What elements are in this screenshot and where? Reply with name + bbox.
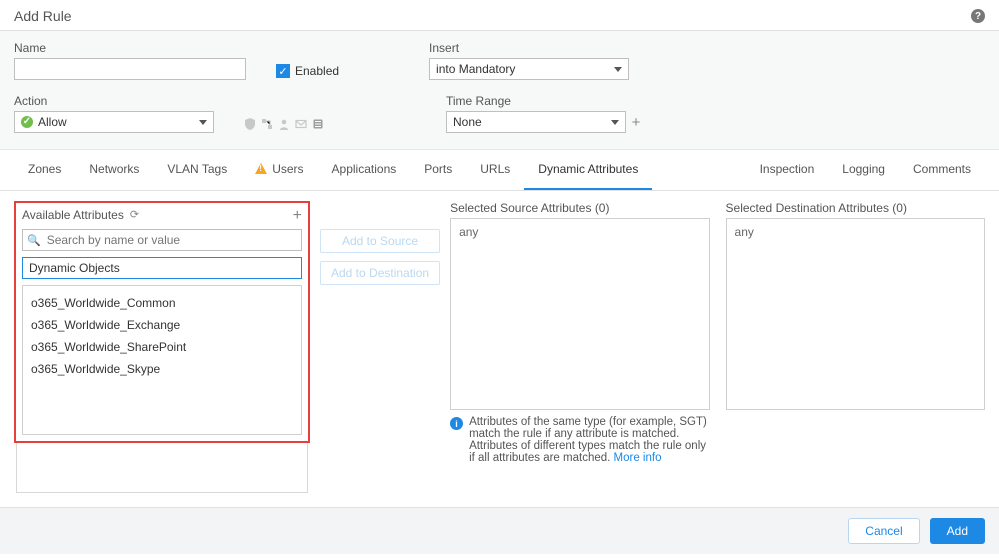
selected-source-box[interactable]: any: [450, 218, 709, 410]
list-icon[interactable]: [312, 118, 324, 130]
enabled-checkbox[interactable]: ✓: [276, 64, 290, 78]
shield-icon[interactable]: [244, 118, 256, 130]
available-attribute-item[interactable]: o365_Worldwide_Skype: [31, 358, 293, 380]
tab-vlan-tags[interactable]: VLAN Tags: [153, 150, 241, 190]
refresh-icon[interactable]: ⟳: [130, 208, 139, 221]
tab-label: Zones: [28, 162, 61, 176]
selected-destination-column: Selected Destination Attributes (0) any: [726, 201, 985, 493]
info-line1: Attributes of the same type (for example…: [469, 416, 707, 440]
info-line2: Attributes of different types match the …: [469, 440, 706, 464]
tab-label: Applications: [332, 162, 397, 176]
dialog-header: Add Rule ?: [0, 0, 999, 31]
tab-users[interactable]: Users: [241, 150, 317, 190]
enabled-wrap: ✓ Enabled: [276, 41, 339, 80]
tab-ports[interactable]: Ports: [410, 150, 466, 190]
chevron-down-icon: [611, 120, 619, 125]
insert-label: Insert: [429, 41, 629, 55]
tab-label: Ports: [424, 162, 452, 176]
warning-icon: [255, 163, 267, 174]
tab-label: Users: [272, 162, 303, 176]
insert-select[interactable]: into Mandatory: [429, 58, 629, 80]
form-area: Name ✓ Enabled Insert into Mandatory Act…: [0, 31, 999, 150]
chevron-down-icon: [614, 67, 622, 72]
info-icon: i: [450, 417, 463, 430]
add-to-destination-button[interactable]: Add to Destination: [320, 261, 440, 285]
tab-networks[interactable]: Networks: [75, 150, 153, 190]
available-column: Available Attributes ⟳ + 🔍 Dynamic Objec…: [14, 201, 310, 493]
attribute-type-value: Dynamic Objects: [29, 261, 120, 275]
timerange-value: None: [453, 115, 482, 129]
tabs: Zones Networks VLAN Tags Users Applications P…: [0, 150, 999, 191]
dialog-footer: Cancel Add: [0, 507, 999, 554]
action-field-group: Action ✓ Allow: [14, 94, 214, 133]
tab-label: URLs: [480, 162, 510, 176]
available-attributes-list: o365_Worldwide_Commono365_Worldwide_Exch…: [22, 285, 302, 435]
available-attribute-item[interactable]: o365_Worldwide_Exchange: [31, 314, 293, 336]
add-actions-column: Add to Source Add to Destination: [320, 201, 440, 493]
more-info-link[interactable]: More info: [614, 452, 662, 464]
available-empty-area: [16, 443, 308, 493]
add-button[interactable]: Add: [930, 518, 985, 544]
chevron-down-icon: [199, 120, 207, 125]
dialog-title: Add Rule: [14, 8, 72, 24]
help-icon[interactable]: ?: [971, 9, 985, 23]
tab-label: VLAN Tags: [167, 162, 227, 176]
available-search-wrap: 🔍: [22, 229, 302, 251]
tab-comments[interactable]: Comments: [899, 150, 985, 190]
tab-inspection[interactable]: Inspection: [746, 150, 829, 190]
selected-destination-value: any: [735, 225, 754, 239]
available-attributes-box: Available Attributes ⟳ + 🔍 Dynamic Objec…: [14, 201, 310, 443]
allow-icon: ✓: [21, 116, 33, 128]
tab-applications[interactable]: Applications: [318, 150, 411, 190]
insert-field-group: Insert into Mandatory: [429, 41, 629, 80]
timerange-label: Time Range: [446, 94, 646, 108]
name-input[interactable]: [14, 58, 246, 80]
action-mini-icons: [244, 94, 324, 133]
action-select[interactable]: ✓ Allow: [14, 111, 214, 133]
action-label: Action: [14, 94, 214, 108]
action-value: Allow: [38, 115, 67, 129]
available-attribute-item[interactable]: o365_Worldwide_SharePoint: [31, 336, 293, 358]
tab-urls[interactable]: URLs: [466, 150, 524, 190]
timerange-field-group: Time Range None +: [446, 94, 646, 133]
add-to-source-button[interactable]: Add to Source: [320, 229, 440, 253]
add-attribute-button[interactable]: +: [293, 207, 302, 225]
attribute-type-select[interactable]: Dynamic Objects: [22, 257, 302, 279]
mail-icon[interactable]: [295, 118, 307, 130]
user-icon[interactable]: [278, 118, 290, 130]
search-icon: 🔍: [27, 234, 41, 247]
tab-dynamic-attributes[interactable]: Dynamic Attributes: [524, 150, 652, 190]
flow-icon[interactable]: [261, 118, 273, 130]
selected-destination-label: Selected Destination Attributes (0): [726, 201, 985, 215]
timerange-add-button[interactable]: +: [626, 111, 646, 133]
add-rule-dialog: Add Rule ? Name ✓ Enabled Insert into Ma…: [0, 0, 999, 554]
available-title: Available Attributes ⟳: [22, 208, 139, 222]
attributes-body: Available Attributes ⟳ + 🔍 Dynamic Objec…: [0, 191, 999, 507]
name-label: Name: [14, 41, 246, 55]
available-search-input[interactable]: [45, 231, 297, 249]
selected-destination-box[interactable]: any: [726, 218, 985, 410]
timerange-select[interactable]: None: [446, 111, 626, 133]
selected-source-column: Selected Source Attributes (0) any i Att…: [450, 201, 709, 493]
tab-label: Dynamic Attributes: [538, 162, 638, 176]
available-attribute-item[interactable]: o365_Worldwide_Common: [31, 292, 293, 314]
tab-zones[interactable]: Zones: [14, 150, 75, 190]
tab-logging[interactable]: Logging: [828, 150, 899, 190]
cancel-button[interactable]: Cancel: [848, 518, 919, 544]
tab-label: Networks: [89, 162, 139, 176]
insert-value: into Mandatory: [436, 62, 515, 76]
name-field-group: Name: [14, 41, 246, 80]
enabled-label: Enabled: [295, 64, 339, 78]
attribute-info: i Attributes of the same type (for examp…: [450, 416, 709, 464]
selected-source-value: any: [459, 225, 478, 239]
selected-source-label: Selected Source Attributes (0): [450, 201, 709, 215]
